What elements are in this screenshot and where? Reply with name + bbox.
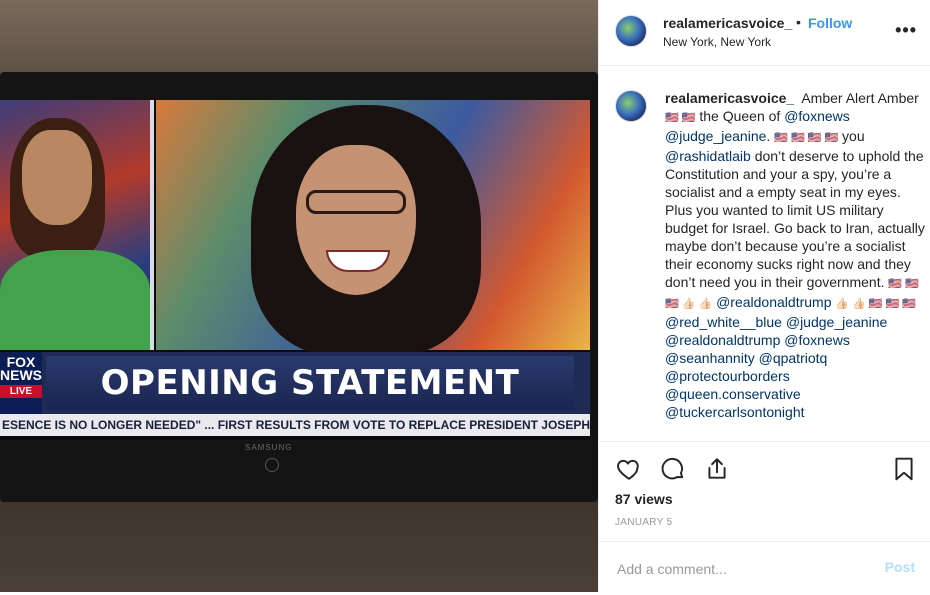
separator-dot: • <box>796 14 801 30</box>
avatar[interactable] <box>615 15 647 47</box>
mention-link[interactable]: @foxnews <box>784 332 850 348</box>
post-date[interactable]: JANUARY 5 <box>615 517 672 528</box>
mention-link[interactable]: @protectourborders <box>665 368 790 384</box>
tv-brand-label: SAMSUNG <box>245 443 293 452</box>
caption-segment: don’t deserve to uphold the Constitution… <box>665 148 925 290</box>
fox-news-logo: FOX NEWS LIVE <box>0 352 42 414</box>
tv-screen: FOX NEWS LIVE OPENING STATEMENT ESENCE I… <box>0 100 590 440</box>
post-header: realamericasvoice_ • Follow New York, Ne… <box>599 0 930 66</box>
post-media[interactable]: FOX NEWS LIVE OPENING STATEMENT ESENCE I… <box>0 0 598 592</box>
share-icon[interactable] <box>704 456 730 482</box>
caption-segment: Amber Alert Amber <box>801 90 919 106</box>
comment-bar: Post <box>599 541 930 595</box>
more-options-icon[interactable]: ••• <box>895 20 917 41</box>
post-comment-button[interactable]: Post <box>885 559 915 575</box>
mention-link[interactable]: @judge_jeanine <box>786 314 887 330</box>
guest-glasses <box>306 190 406 214</box>
mention-link[interactable]: @red_white__blue <box>665 314 782 330</box>
post-sidebar: realamericasvoice_ • Follow New York, Ne… <box>598 0 930 595</box>
caption-text: realamericasvoice_ Amber Alert Amber 🇺🇸 … <box>665 89 925 421</box>
mention-link[interactable]: @qpatriotq <box>759 350 828 366</box>
emoji-text: 🇺🇸 🇺🇸 <box>665 112 696 124</box>
guest-photo-panel <box>156 100 590 355</box>
host-video-panel <box>0 100 154 350</box>
header-username[interactable]: realamericasvoice_ <box>663 15 792 31</box>
caption-segment: the Queen of <box>695 108 785 124</box>
emoji-text: 👍🏻 👍🏻 🇺🇸 🇺🇸 🇺🇸 <box>835 298 917 310</box>
tv-power-button <box>265 458 279 472</box>
follow-button[interactable]: Follow <box>808 15 852 31</box>
caption-username[interactable]: realamericasvoice_ <box>665 90 794 106</box>
mention-link[interactable]: @realdonaldtrump <box>665 332 780 348</box>
mention-link[interactable]: @queen.conservative <box>665 386 801 402</box>
caption-segment: you <box>838 128 865 144</box>
mention-link[interactable]: @rashidatlaib <box>665 148 751 164</box>
heart-icon[interactable] <box>616 456 642 482</box>
emoji-text: 🇺🇸 🇺🇸 🇺🇸 🇺🇸 <box>774 132 839 144</box>
caption-area[interactable]: realamericasvoice_ Amber Alert Amber 🇺🇸 … <box>599 66 930 441</box>
fox-logo-line2: NEWS <box>0 367 42 383</box>
news-ticker: ESENCE IS NO LONGER NEEDED" ... FIRST RE… <box>0 414 590 436</box>
caption-avatar[interactable] <box>615 90 647 122</box>
lower-third-banner: FOX NEWS LIVE OPENING STATEMENT <box>0 352 590 414</box>
host-green-dress <box>0 250 150 350</box>
caption-body: Amber Alert Amber 🇺🇸 🇺🇸 the Queen of @fo… <box>665 90 925 420</box>
comment-bubble-icon[interactable] <box>660 456 686 482</box>
mention-link[interactable]: @tuckercarlsontonight <box>665 404 805 420</box>
comment-input[interactable] <box>615 542 869 595</box>
bookmark-icon[interactable] <box>891 456 917 482</box>
post-location[interactable]: New York, New York <box>663 35 771 49</box>
mention-link[interactable]: @seanhannity <box>665 350 755 366</box>
mention-link[interactable]: @realdonaldtrump <box>716 294 831 310</box>
headline-text: OPENING STATEMENT <box>46 356 574 410</box>
live-badge: LIVE <box>0 385 42 398</box>
mention-link[interactable]: @judge_jeanine <box>665 128 766 144</box>
view-count[interactable]: 87 views <box>615 491 673 507</box>
post-actions: 87 views JANUARY 5 <box>599 441 930 541</box>
guest-face <box>296 145 416 295</box>
mention-link[interactable]: @foxnews <box>784 108 850 124</box>
host-face <box>22 130 92 225</box>
